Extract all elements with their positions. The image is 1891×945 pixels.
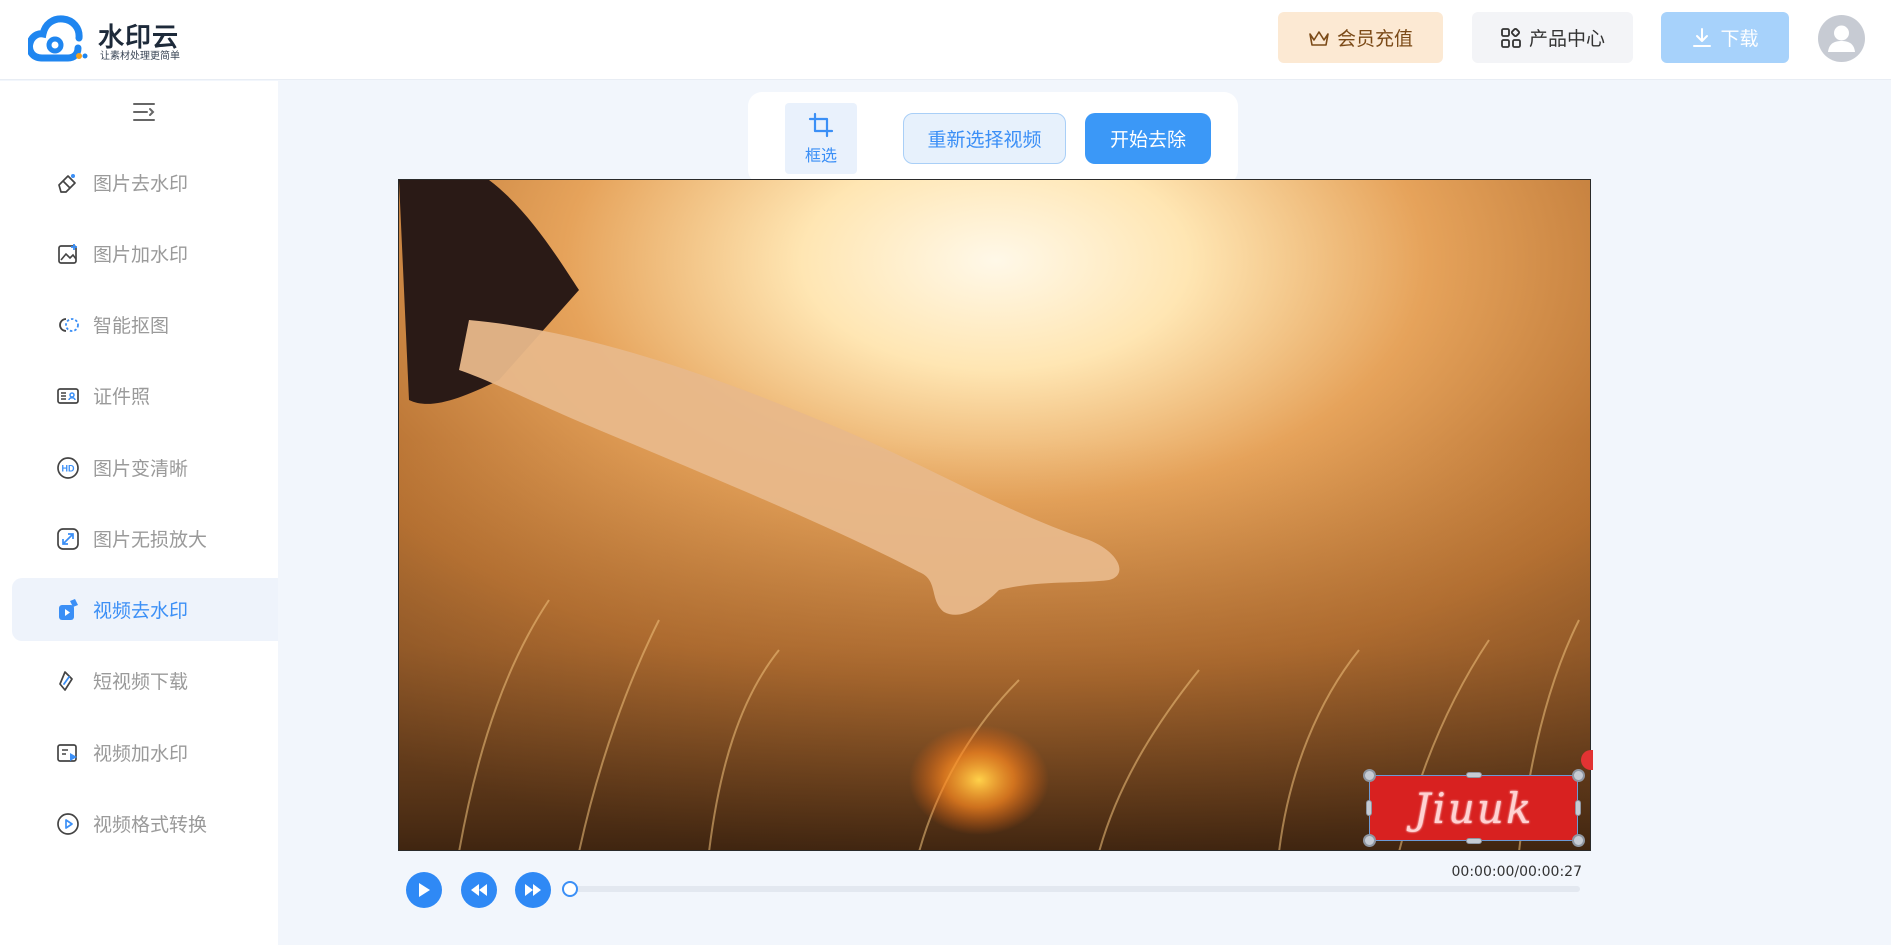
- sidebar: 图片去水印 图片加水印 智能抠图 证件照 HD 图片变清晰 图片无损放大 视频去…: [0, 81, 278, 945]
- resize-handle-left[interactable]: [1366, 800, 1372, 816]
- sidebar-item-image-sharpen[interactable]: HD 图片变清晰: [12, 436, 278, 499]
- download-button[interactable]: 下载: [1661, 12, 1789, 63]
- watermark-selection-box[interactable]: Jiuuk: [1369, 775, 1578, 841]
- image-add-icon: [56, 242, 80, 266]
- sidebar-item-id-photo[interactable]: 证件照: [12, 364, 278, 427]
- video-preview[interactable]: [398, 179, 1591, 851]
- download-label: 下载: [1720, 28, 1759, 50]
- sidebar-item-label: 短视频下载: [93, 671, 189, 693]
- product-center-label: 产品中心: [1528, 28, 1605, 50]
- sidebar-item-short-video-download[interactable]: 短视频下载: [12, 649, 278, 712]
- resize-handle-top[interactable]: [1466, 772, 1482, 778]
- sidebar-item-label: 视频加水印: [93, 743, 189, 765]
- reselect-video-button[interactable]: 重新选择视频: [903, 113, 1066, 164]
- link-icon: [56, 669, 80, 693]
- sidebar-item-label: 图片去水印: [93, 173, 189, 195]
- video-eraser-icon: [56, 598, 80, 622]
- user-avatar[interactable]: [1818, 15, 1865, 62]
- enlarge-icon: [56, 527, 80, 551]
- sidebar-item-smart-cutout[interactable]: 智能抠图: [12, 293, 278, 356]
- sidebar-item-image-enlarge[interactable]: 图片无损放大: [12, 507, 278, 570]
- sidebar-item-video-watermark-add[interactable]: 视频加水印: [12, 721, 278, 784]
- cloud-logo-icon: [28, 15, 88, 62]
- download-icon: [1693, 27, 1712, 47]
- resize-handle-right[interactable]: [1575, 800, 1581, 816]
- fast-forward-button[interactable]: [515, 872, 551, 908]
- sidebar-item-label: 视频格式转换: [93, 814, 208, 836]
- crop-icon: [808, 112, 834, 137]
- progress-track[interactable]: [567, 886, 1580, 892]
- id-card-icon: [56, 384, 80, 408]
- sidebar-item-image-watermark-add[interactable]: 图片加水印: [12, 222, 278, 285]
- resize-handle-top-right[interactable]: [1572, 769, 1585, 782]
- resize-handle-top-left[interactable]: [1363, 769, 1376, 782]
- logo-subtitle: 让素材处理更简单: [100, 51, 180, 62]
- watermark-text: Jiuuk: [1413, 783, 1534, 833]
- sidebar-item-label: 图片变清晰: [93, 458, 189, 480]
- hd-icon: HD: [56, 456, 80, 480]
- video-add-icon: [56, 741, 80, 765]
- crown-icon: [1309, 30, 1329, 46]
- fast-forward-icon: [525, 884, 541, 896]
- crop-select-tool[interactable]: 框选: [785, 103, 857, 174]
- sidebar-item-label: 视频去水印: [93, 600, 189, 622]
- play-button[interactable]: [406, 872, 442, 908]
- sidebar-item-video-format-convert[interactable]: 视频格式转换: [12, 792, 278, 855]
- vip-recharge-label: 会员充值: [1336, 28, 1413, 50]
- rewind-button[interactable]: [461, 872, 497, 908]
- logo[interactable]: 水印云 让素材处理更简单: [28, 14, 198, 64]
- product-center-button[interactable]: 产品中心: [1472, 12, 1633, 63]
- sidebar-item-label: 图片加水印: [93, 244, 189, 266]
- grid-apps-icon: [1501, 27, 1521, 48]
- resize-handle-bottom[interactable]: [1466, 838, 1482, 844]
- eraser-icon: [56, 171, 80, 195]
- svg-text:HD: HD: [62, 463, 75, 473]
- rewind-icon: [471, 884, 487, 896]
- user-icon: [1828, 25, 1855, 52]
- sidebar-item-label: 智能抠图: [93, 315, 170, 337]
- editor-toolbar: 框选 重新选择视频 开始去除: [748, 92, 1238, 184]
- resize-handle-bottom-left[interactable]: [1363, 834, 1376, 847]
- sidebar-item-label: 证件照: [93, 386, 151, 408]
- progress-knob[interactable]: [562, 881, 578, 897]
- sidebar-item-label: 图片无损放大: [93, 529, 208, 551]
- resize-handle-bottom-right[interactable]: [1572, 834, 1585, 847]
- cutout-icon: [56, 313, 80, 337]
- header: 水印云 让素材处理更简单 会员充值 产品中心 下载: [0, 0, 1891, 80]
- video-frame-image: [399, 180, 1590, 850]
- sidebar-item-video-watermark-remove[interactable]: 视频去水印: [12, 578, 278, 641]
- time-display: 00:00:00/00:00:27: [1451, 864, 1582, 880]
- start-remove-button[interactable]: 开始去除: [1085, 113, 1211, 164]
- convert-icon: [56, 812, 80, 836]
- crop-select-label: 框选: [804, 145, 837, 165]
- vip-recharge-button[interactable]: 会员充值: [1278, 12, 1443, 63]
- menu-toggle-icon[interactable]: [132, 101, 156, 123]
- play-icon: [419, 883, 430, 897]
- sidebar-item-image-watermark-remove[interactable]: 图片去水印: [12, 151, 278, 214]
